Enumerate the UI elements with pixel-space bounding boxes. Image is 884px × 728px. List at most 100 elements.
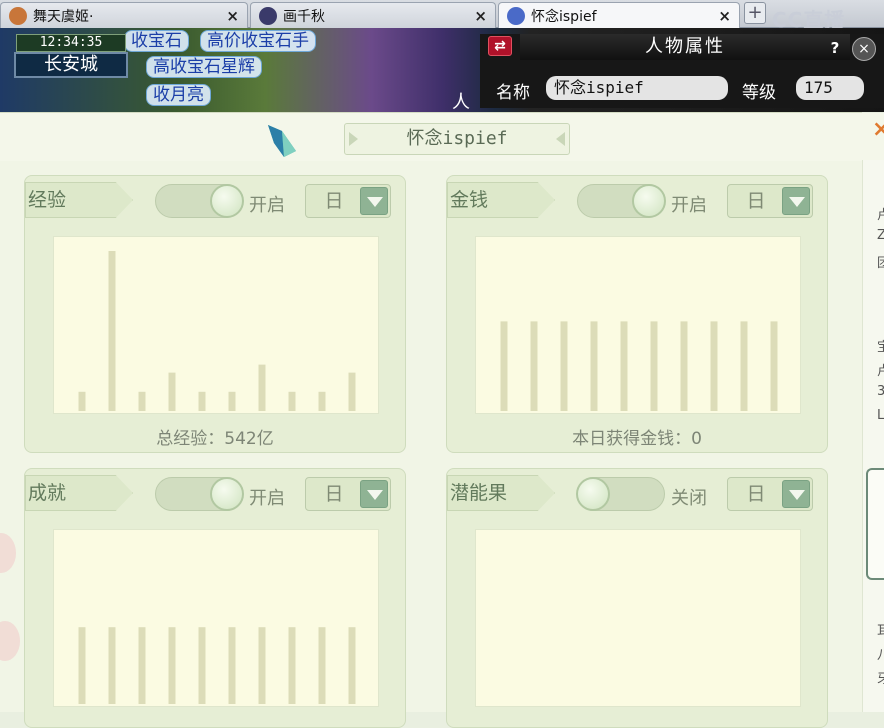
chart-bar — [78, 627, 86, 704]
bar-chart — [475, 236, 801, 414]
right-side-box — [866, 468, 884, 580]
chart-bar — [318, 391, 326, 411]
help-icon[interactable]: ? — [826, 39, 844, 57]
chart-bar — [108, 251, 116, 411]
chart-bar — [258, 364, 266, 411]
toggle-state-label: 开启 — [249, 195, 285, 216]
period-value: 日 — [324, 483, 344, 505]
petal-decoration — [0, 621, 20, 661]
tab-title: 舞天虞姬· — [33, 8, 94, 25]
character-attributes-panel: ⇄ 人物属性 ? × 名称 怀念ispief 等级 175 — [480, 34, 884, 108]
card-label: 潜能果 — [447, 475, 555, 511]
chat-ad: 高价收宝石手 — [200, 30, 316, 52]
close-icon[interactable]: × — [474, 7, 487, 25]
bar-chart — [53, 529, 379, 707]
chart-bar — [168, 372, 176, 411]
avatar-icon — [507, 7, 525, 25]
chart-card-money: 金钱 开启 日 本日获得金钱：0 — [446, 175, 828, 453]
money-toggle[interactable] — [577, 184, 666, 218]
toggle-state-label: 关闭 — [671, 488, 707, 509]
chart-bar — [500, 321, 508, 411]
chevron-down-icon[interactable] — [360, 187, 388, 215]
potential-toggle[interactable] — [576, 477, 665, 511]
side-glyph: 牙 — [877, 672, 884, 687]
overlay-header: 怀念ispief × — [0, 113, 884, 161]
period-value: 日 — [324, 190, 344, 212]
side-glyph: L — [877, 408, 884, 423]
swap-icon[interactable]: ⇄ — [488, 36, 512, 56]
card-summary: 总经验：542亿 — [156, 429, 274, 449]
toggle-state-label: 开启 — [249, 488, 285, 509]
achievement-toggle[interactable] — [155, 477, 244, 511]
avatar-icon — [9, 6, 27, 25]
chart-bar — [740, 321, 748, 411]
exp-toggle[interactable] — [155, 184, 244, 218]
toggle-state-label: 开启 — [671, 195, 707, 216]
tab-wutian-yuji[interactable]: 舞天虞姬· × — [0, 2, 248, 28]
period-select[interactable]: 日 — [305, 477, 391, 511]
chat-ad: 收宝石 — [124, 30, 189, 52]
tab-huainian[interactable]: 怀念ispief × — [498, 2, 740, 29]
game-clock: 12:34:35 — [16, 34, 126, 52]
chevron-down-icon[interactable] — [782, 187, 810, 215]
bar-chart — [475, 529, 801, 707]
chart-bar — [680, 321, 688, 411]
close-icon[interactable]: × — [872, 117, 884, 142]
toggle-knob — [576, 477, 610, 511]
side-glyph: 卢 — [877, 208, 884, 223]
browser-tab-bar: 舞天虞姬· × 画千秋 × 怀念ispief × + CC直播 — [0, 0, 884, 32]
card-label: 金钱 — [447, 182, 555, 218]
card-summary: 本日获得金钱：0 — [572, 429, 702, 449]
close-icon[interactable]: × — [226, 7, 239, 25]
close-icon[interactable]: × — [852, 37, 876, 61]
chart-bar — [258, 627, 266, 704]
chart-bar — [348, 372, 356, 411]
toggle-knob — [210, 184, 244, 218]
bar-chart-svg — [78, 627, 356, 704]
close-icon[interactable]: × — [718, 7, 731, 25]
chart-bar — [560, 321, 568, 411]
chart-bar — [108, 627, 116, 704]
chart-bar — [138, 391, 146, 411]
chart-bar — [168, 627, 176, 704]
right-side-panel: 卢Z团宝卢3L考中户女耳八牙 — [862, 160, 884, 712]
period-value: 日 — [746, 190, 766, 212]
name-field: 怀念ispief — [546, 76, 728, 100]
bar-chart-svg — [476, 530, 802, 708]
toggle-knob — [210, 477, 244, 511]
city-name: 长安城 — [14, 52, 128, 78]
chart-bar — [138, 627, 146, 704]
chart-bar — [530, 321, 538, 411]
chart-card-exp: 经验 开启 日 总经验：542亿 — [24, 175, 406, 453]
chart-bar — [228, 391, 236, 411]
chevron-down-icon[interactable] — [782, 480, 810, 508]
toggle-knob — [632, 184, 666, 218]
tab-title: 怀念ispief — [531, 9, 597, 25]
tab-hua-qianqiu[interactable]: 画千秋 × — [250, 2, 496, 28]
chart-bar — [348, 627, 356, 704]
petal-decoration — [0, 533, 16, 573]
chart-bar — [78, 391, 86, 411]
card-label: 成就 — [25, 475, 133, 511]
chart-bar — [288, 391, 296, 411]
side-glyph: 3 — [877, 384, 884, 399]
chart-bar — [318, 627, 326, 704]
side-glyph: 八 — [877, 648, 884, 663]
new-tab-button[interactable]: + — [744, 2, 766, 24]
level-field: 175 — [796, 76, 864, 100]
chevron-down-icon[interactable] — [360, 480, 388, 508]
panel-title: 人物属性 — [520, 34, 850, 60]
bar-chart-svg — [500, 321, 778, 411]
level-label: 等级 — [742, 83, 776, 103]
avatar-icon — [259, 6, 277, 25]
card-label: 经验 — [25, 182, 133, 218]
period-select[interactable]: 日 — [727, 184, 813, 218]
side-char: 人 — [452, 92, 470, 112]
tab-title: 画千秋 — [283, 8, 325, 25]
chart-card-achievement: 成就 开启 日 — [24, 468, 406, 728]
name-label: 名称 — [496, 83, 530, 103]
side-glyph: 耳 — [877, 624, 884, 639]
period-select[interactable]: 日 — [305, 184, 391, 218]
period-select[interactable]: 日 — [727, 477, 813, 511]
chart-bar — [228, 627, 236, 704]
